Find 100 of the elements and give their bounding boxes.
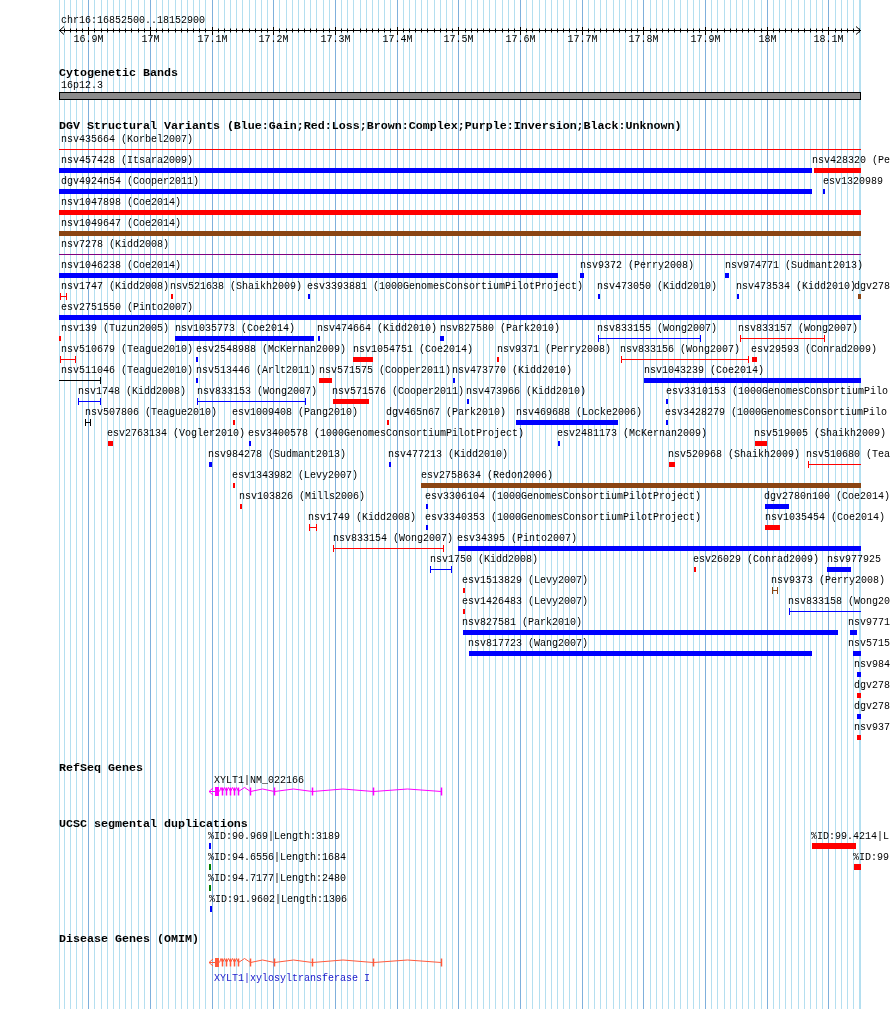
variant-bar[interactable]: [669, 462, 675, 467]
variant-label: nsv817723 (Wang2007): [468, 638, 589, 650]
variant-label: nsv474664 (Kidd2010): [317, 323, 438, 335]
variant-span[interactable]: [59, 377, 101, 384]
variant-bar[interactable]: [59, 189, 812, 194]
variant-label: esv3310153 (1000GenomesConsortiumPilo: [666, 386, 889, 398]
variant-label: nsv571575 (Cooper2011): [319, 365, 452, 377]
variant-bar[interactable]: [59, 210, 861, 215]
variant-label: nsv833154 (Wong2007): [333, 533, 454, 545]
variant-label: nsv510679 (Teague2010): [61, 344, 194, 356]
variant-label: nsv9371 (Perry2008): [497, 344, 612, 356]
tick-label: 17.8M: [628, 34, 659, 46]
variant-label: nsv510680 (Tea: [806, 449, 890, 461]
variant-span[interactable]: [197, 398, 306, 405]
variant-bar[interactable]: [853, 651, 861, 656]
variant-label: nsv7278 (Kidd2008): [61, 239, 170, 251]
variant-label: nsv139 (Tuzun2005): [61, 323, 170, 335]
chromosome-band[interactable]: [59, 92, 861, 100]
variant-label: esv1513829 (Levy2007): [462, 575, 589, 587]
track-title: RefSeq Genes: [59, 762, 143, 775]
variant-bar[interactable]: [765, 525, 780, 530]
variant-bar[interactable]: [814, 168, 861, 173]
variant-bar[interactable]: [175, 336, 314, 341]
variant-bar[interactable]: [319, 378, 332, 383]
variant-bar[interactable]: [765, 504, 789, 509]
tick-label: 17.9M: [690, 34, 721, 46]
variant-label: nsv1054751 (Coe2014): [353, 344, 474, 356]
variant-label: nsv9771: [848, 617, 890, 629]
variant-label: esv3400578 (1000GenomesConsortiumPilotProject): [248, 428, 525, 440]
variant-label: nsv827580 (Park2010): [440, 323, 561, 335]
variant-bar[interactable]: [580, 273, 584, 278]
variant-bar[interactable]: [516, 420, 618, 425]
variant-label: esv29593 (Conrad2009): [751, 344, 878, 356]
variant-bar[interactable]: [463, 630, 838, 635]
variant-label: nsv571576 (Cooper2011): [332, 386, 465, 398]
variant-bar[interactable]: [857, 693, 861, 698]
variant-span[interactable]: [430, 566, 452, 573]
variant-label: esv2481173 (McKernan2009): [557, 428, 708, 440]
variant-label: esv3306104 (1000GenomesConsortiumPilotProject): [425, 491, 702, 503]
tick-label: 17M: [141, 34, 160, 46]
variant-bar[interactable]: [752, 357, 757, 362]
variant-label: nsv833158 (Wong20: [788, 596, 890, 608]
variant-bar[interactable]: [755, 441, 767, 446]
duplication-label: %ID:94.6556|Length:1684: [208, 852, 347, 864]
tick-label: 17.5M: [443, 34, 474, 46]
duplication-label: %ID:94.7177|Length:2480: [208, 873, 347, 885]
variant-span[interactable]: [772, 587, 778, 594]
variant-bar[interactable]: [469, 651, 812, 656]
variant-label: nsv1043239 (Coe2014): [644, 365, 765, 377]
variant-label: nsv519005 (Shaikh2009): [754, 428, 887, 440]
variant-bar[interactable]: [725, 273, 729, 278]
variant-bar[interactable]: [108, 441, 113, 446]
variant-label: nsv833153 (Wong2007): [197, 386, 318, 398]
variant-label: nsv1035773 (Coe2014): [175, 323, 296, 335]
variant-bar[interactable]: [644, 378, 861, 383]
variant-bar[interactable]: [59, 273, 558, 278]
variant-label: nsv428320 (Pe: [812, 155, 890, 167]
variant-bar[interactable]: [850, 630, 857, 635]
variant-bar[interactable]: [440, 336, 444, 341]
variant-span[interactable]: [789, 608, 861, 615]
duplication-bar[interactable]: [854, 864, 861, 870]
variant-bar[interactable]: [59, 315, 861, 320]
variant-label: esv3340353 (1000GenomesConsortiumPilotProject): [425, 512, 702, 524]
variant-label: esv2751550 (Pinto2007): [61, 302, 194, 314]
variant-label: nsv1747 (Kidd2008): [61, 281, 170, 293]
variant-bar[interactable]: [857, 714, 861, 719]
variant-bar[interactable]: [59, 231, 861, 236]
variant-bar[interactable]: [333, 399, 369, 404]
variant-label: nsv513446 (Arlt2011): [196, 365, 317, 377]
variant-bar[interactable]: [857, 672, 861, 677]
variant-bar[interactable]: [421, 483, 861, 488]
variant-bar[interactable]: [827, 567, 851, 572]
variant-span[interactable]: [85, 419, 91, 426]
duplication-label: %ID:90.969|Length:3189: [208, 831, 341, 843]
track-title: Disease Genes (OMIM): [59, 933, 199, 946]
variant-label: esv2548988 (McKernan2009): [196, 344, 347, 356]
variant-label: nsv477213 (Kidd2010): [388, 449, 509, 461]
variant-bar[interactable]: [858, 294, 861, 299]
tick-label: 17.1M: [197, 34, 228, 46]
variant-label: nsv473050 (Kidd2010): [597, 281, 718, 293]
variant-bar[interactable]: [209, 462, 212, 467]
variant-label: nsv833156 (Wong2007): [620, 344, 741, 356]
variant-bar[interactable]: [857, 735, 861, 740]
duplication-bar[interactable]: [812, 843, 856, 849]
track-title: Cytogenetic Bands: [59, 67, 178, 80]
variant-label: dgv465n67 (Park2010): [386, 407, 507, 419]
region-label: chr16:16852500..18152900: [61, 15, 206, 27]
variant-label: nsv1046238 (Coe2014): [61, 260, 182, 272]
variant-bar[interactable]: [59, 168, 812, 173]
variant-label: nsv984278 (Sudmant2013): [208, 449, 347, 461]
variant-span[interactable]: [598, 335, 701, 342]
variant-label: esv26029 (Conrad2009): [693, 554, 820, 566]
variant-bar[interactable]: [353, 357, 373, 362]
variant-label: nsv473966 (Kidd2010): [466, 386, 587, 398]
variant-bar[interactable]: [458, 546, 861, 551]
variant-span[interactable]: [78, 398, 101, 405]
variant-label: esv3393881 (1000GenomesConsortiumPilotProject): [307, 281, 584, 293]
variant-label: esv2758634 (Redon2006): [421, 470, 554, 482]
variant-label: nsv974771 (Sudmant2013): [725, 260, 864, 272]
variant-label: nsv473770 (Kidd2010): [452, 365, 573, 377]
